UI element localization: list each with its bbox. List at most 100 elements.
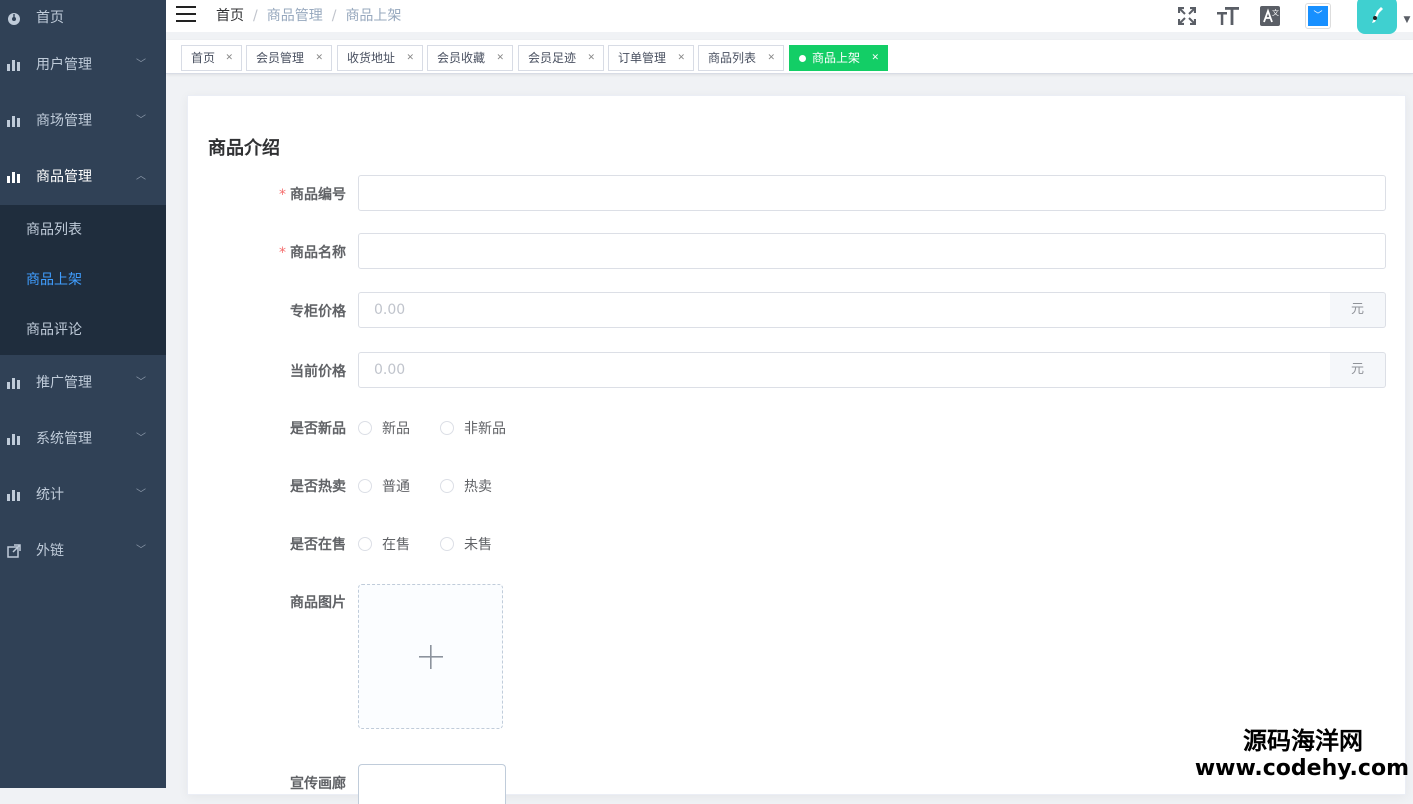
tag-label: 订单管理	[618, 51, 666, 65]
goods-name-label: *商品名称	[206, 242, 346, 262]
gallery-label: 宣传画廊	[206, 773, 346, 793]
chevron-down-icon: ﹀	[136, 355, 146, 411]
radio-label: 非新品	[464, 418, 506, 438]
goods-name-label-text: 商品名称	[290, 245, 346, 261]
pic-uploader[interactable]	[358, 584, 503, 729]
chevron-down-icon: ﹀	[136, 93, 146, 149]
radio-circle	[358, 479, 372, 493]
sidebar-item-goods-comment[interactable]: 商品评论	[0, 305, 166, 355]
close-icon[interactable]: ✕	[406, 46, 414, 70]
close-icon[interactable]: ✕	[587, 46, 595, 70]
bar-chart-icon	[6, 149, 22, 205]
sidebar-item-goods-list[interactable]: 商品列表	[0, 205, 166, 255]
sidebar-item-label: 推广管理	[36, 375, 92, 391]
tag-goods-create[interactable]: 商品上架 ✕	[789, 45, 888, 71]
theme-picker[interactable]: ﹀	[1305, 0, 1331, 32]
radio-label: 在售	[382, 534, 410, 554]
sidebar-item-goods-create[interactable]: 商品上架	[0, 255, 166, 305]
sidebar-item-system-manage[interactable]: 系统管理 ﹀	[0, 411, 166, 467]
tag-label: 首页	[191, 51, 215, 65]
chevron-down-icon: ﹀	[136, 37, 146, 93]
is-hot-radio-hot[interactable]: 热卖	[440, 476, 492, 496]
is-on-sale-radio-off[interactable]: 未售	[440, 534, 492, 554]
is-hot-label: 是否热卖	[206, 476, 346, 496]
tag-label: 商品上架	[812, 51, 860, 65]
sidebar-item-goods-manage[interactable]: 商品管理 ︿	[0, 149, 166, 205]
sidebar-item-label: 商场管理	[36, 113, 92, 129]
retail-price-unit: 元	[1330, 352, 1386, 388]
is-new-radio-new[interactable]: 新品	[358, 418, 410, 438]
watermark-line2: www.codehy.com	[1195, 756, 1409, 782]
tag-footprint[interactable]: 会员足迹 ✕	[518, 45, 604, 71]
chevron-down-icon: ﹀	[136, 467, 146, 523]
counter-price-input[interactable]: 0.00	[358, 292, 1331, 328]
language-icon[interactable]: 文	[1259, 0, 1281, 32]
radio-circle	[358, 537, 372, 551]
sidebar-item-label: 用户管理	[36, 57, 92, 73]
close-icon[interactable]: ✕	[871, 46, 879, 70]
goods-sn-input[interactable]	[358, 175, 1386, 211]
dashboard-icon	[6, 0, 22, 37]
tag-goods-list[interactable]: 商品列表✕	[698, 45, 784, 71]
close-icon[interactable]: ✕	[225, 46, 233, 70]
sidebar-item-label: 首页	[36, 10, 64, 26]
tags-view: 首页✕ 会员管理✕ 收货地址✕ 会员收藏✕ 会员足迹✕ 订单管理✕ 商品列表✕ …	[166, 40, 1413, 74]
radio-label: 普通	[382, 476, 410, 496]
is-on-sale-label: 是否在售	[206, 534, 346, 554]
goods-submenu: 商品列表 商品上架 商品评论	[0, 205, 166, 355]
counter-price-unit: 元	[1330, 292, 1386, 328]
sidebar-item-promotion-manage[interactable]: 推广管理 ﹀	[0, 355, 166, 411]
chevron-up-icon: ︿	[136, 149, 146, 205]
sidebar-item-stat[interactable]: 统计 ﹀	[0, 467, 166, 523]
tag-order[interactable]: 订单管理 ✕	[608, 45, 694, 71]
tag-address[interactable]: 收货地址 ✕	[337, 45, 423, 71]
close-icon[interactable]: ✕	[677, 46, 685, 70]
right-menu: 文 ﹀ ▼	[1153, 0, 1413, 32]
close-icon[interactable]: ✕	[767, 46, 775, 70]
bar-chart-icon	[6, 355, 22, 411]
sidebar-item-label: 外链	[36, 543, 64, 559]
bar-chart-icon	[6, 93, 22, 149]
radio-circle	[440, 537, 454, 551]
font-size-icon[interactable]	[1215, 0, 1241, 32]
svg-text:文: 文	[1272, 8, 1279, 17]
goods-name-input[interactable]	[358, 233, 1386, 269]
sidebar-item-mall-manage[interactable]: 商场管理 ﹀	[0, 93, 166, 149]
goods-sn-label: *商品编号	[206, 184, 346, 204]
is-new-radio-not-new[interactable]: 非新品	[440, 418, 506, 438]
pic-label: 商品图片	[206, 592, 346, 612]
user-avatar-icon	[1367, 5, 1387, 25]
retail-price-input[interactable]: 0.00	[358, 352, 1331, 388]
tag-label: 会员足迹	[528, 51, 576, 65]
sidebar-item-home[interactable]: 首页	[0, 0, 166, 37]
goods-sn-label-text: 商品编号	[290, 187, 346, 203]
breadcrumb: 首页/商品管理/商品上架	[216, 0, 401, 32]
bar-chart-icon	[6, 37, 22, 93]
fullscreen-icon[interactable]	[1175, 0, 1199, 32]
tag-user[interactable]: 会员管理 ✕	[246, 45, 332, 71]
bar-chart-icon	[6, 411, 22, 467]
tag-label: 会员管理	[256, 51, 304, 65]
tag-label: 收货地址	[347, 51, 395, 65]
is-on-sale-radio-on[interactable]: 在售	[358, 534, 410, 554]
breadcrumb-item-goods-create: 商品上架	[345, 8, 401, 24]
sidebar-item-label: 统计	[36, 487, 64, 503]
retail-price-label: 当前价格	[206, 361, 346, 381]
tag-home[interactable]: 首页 ✕	[181, 45, 242, 71]
close-icon[interactable]: ✕	[315, 46, 323, 70]
radio-circle	[440, 421, 454, 435]
sidebar-item-external-link[interactable]: 外链 ﹀	[0, 523, 166, 579]
avatar-dropdown-caret-icon[interactable]: ▼	[1401, 14, 1413, 26]
is-new-label: 是否新品	[206, 418, 346, 438]
gallery-uploader[interactable]	[358, 764, 506, 804]
tag-collect[interactable]: 会员收藏✕	[427, 45, 513, 71]
avatar[interactable]	[1357, 0, 1397, 34]
breadcrumb-item-home[interactable]: 首页	[216, 8, 244, 24]
sidebar-item-user-manage[interactable]: 用户管理 ﹀	[0, 37, 166, 93]
close-icon[interactable]: ✕	[496, 46, 504, 70]
watermark-line1: 源码海洋网	[1195, 726, 1409, 756]
radio-label: 热卖	[464, 476, 492, 496]
radio-label: 新品	[382, 418, 410, 438]
hamburger-icon[interactable]	[176, 6, 196, 22]
is-hot-radio-normal[interactable]: 普通	[358, 476, 410, 496]
